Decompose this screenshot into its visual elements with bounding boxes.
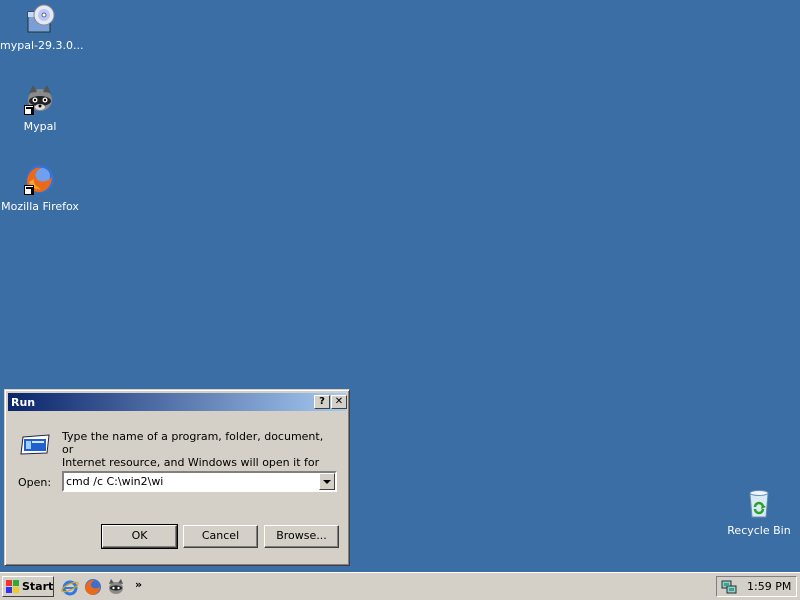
- taskbar: Start » 1:59 PM: [0, 572, 800, 600]
- desktop-icon-firefox[interactable]: Mozilla Firefox: [0, 163, 80, 213]
- clock[interactable]: 1:59 PM: [747, 580, 791, 593]
- network-icon[interactable]: [721, 579, 737, 595]
- dialog-title: Run: [11, 396, 36, 409]
- desktop-icon-mypal-installer[interactable]: mypal-29.3.0...: [0, 2, 84, 52]
- title-bar[interactable]: Run ? ✕: [8, 393, 347, 411]
- raccoon-icon: [24, 83, 56, 115]
- prompt-line: Type the name of a program, folder, docu…: [62, 430, 324, 456]
- firefox-icon: [24, 163, 56, 195]
- dropdown-arrow-icon[interactable]: [319, 473, 335, 490]
- shortcut-arrow-icon: [24, 105, 34, 115]
- desktop-icon-mypal[interactable]: Mypal: [0, 83, 80, 133]
- open-label: Open:: [18, 476, 52, 489]
- start-button[interactable]: Start: [2, 576, 54, 597]
- desktop-icon-label: Mozilla Firefox: [1, 200, 79, 213]
- internet-explorer-icon[interactable]: [61, 578, 79, 596]
- cancel-button[interactable]: Cancel: [183, 525, 258, 548]
- raccoon-quicklaunch-icon[interactable]: [107, 578, 125, 596]
- shortcut-arrow-icon: [24, 185, 34, 195]
- close-button[interactable]: ✕: [331, 395, 347, 409]
- installer-cd-icon: [24, 2, 56, 34]
- run-dialog: Run ? ✕ Type the name of a program, fold…: [4, 389, 350, 566]
- desktop-icon-label: Recycle Bin: [727, 524, 791, 537]
- firefox-quicklaunch-icon[interactable]: [84, 578, 102, 596]
- quicklaunch-chevron-icon[interactable]: »: [135, 578, 142, 591]
- desktop-icon-label: Mypal: [23, 120, 57, 133]
- system-tray: 1:59 PM: [716, 576, 797, 597]
- command-input[interactable]: [66, 474, 316, 489]
- windows-logo-icon: [6, 580, 19, 593]
- start-label: Start: [22, 580, 54, 593]
- recycle-bin-icon: [743, 487, 775, 519]
- desktop-icon-recycle-bin[interactable]: Recycle Bin: [719, 487, 799, 537]
- help-button[interactable]: ?: [314, 395, 330, 409]
- run-program-icon: [19, 433, 51, 455]
- ok-button[interactable]: OK: [101, 524, 178, 549]
- browse-button[interactable]: Browse...: [264, 525, 339, 548]
- desktop-icon-label: mypal-29.3.0...: [0, 39, 84, 52]
- open-combobox[interactable]: [62, 471, 337, 492]
